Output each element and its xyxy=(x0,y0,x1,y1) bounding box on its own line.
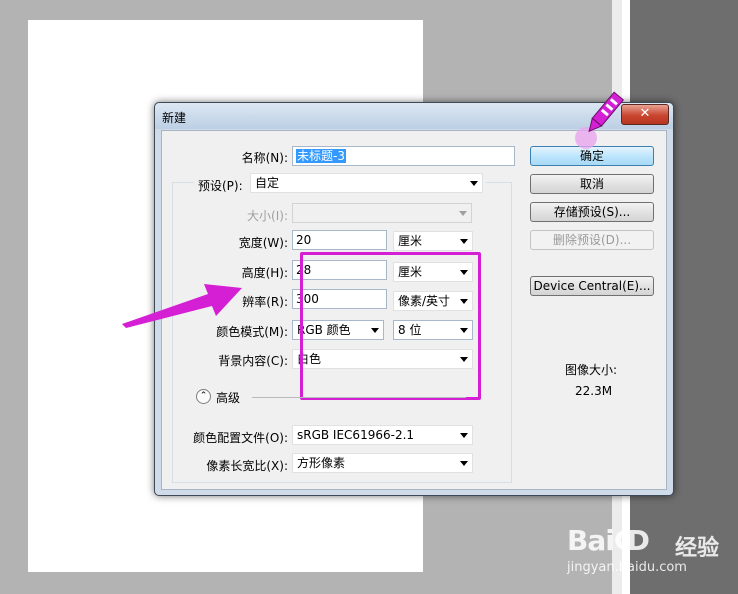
name-input[interactable]: 未标题-3 xyxy=(292,146,515,166)
preset-value: 自定 xyxy=(255,176,280,190)
width-unit-select[interactable]: 厘米 xyxy=(393,231,473,251)
cancel-button[interactable]: 取消 xyxy=(530,174,654,194)
image-size-value: 22.3M xyxy=(575,384,613,398)
name-input-value: 未标题-3 xyxy=(296,149,346,163)
delete-preset-button[interactable]: 删除预设(D)... xyxy=(530,230,654,250)
image-size-label: 图像大小: xyxy=(565,363,618,377)
background-label: 背景内容(C): xyxy=(218,354,288,368)
preset-label: 预设(P): xyxy=(198,179,243,193)
annotation-arrow xyxy=(122,284,242,328)
height-label: 高度(H): xyxy=(241,266,288,280)
chevron-down-icon xyxy=(460,239,468,244)
chevron-down-icon xyxy=(460,461,468,466)
pixel-aspect-label: 像素长宽比(X): xyxy=(206,459,288,473)
watermark-url: jingyan.baidu.com xyxy=(567,560,687,575)
advanced-divider xyxy=(252,397,466,398)
pixel-aspect-value: 方形像素 xyxy=(297,456,346,470)
preset-group-bottom xyxy=(172,482,512,483)
color-profile-label: 颜色配置文件(O): xyxy=(193,431,288,445)
collapse-icon: ⌃ xyxy=(199,391,208,401)
baidu-jingyan-watermark: Baiↀ 经验 jingyan.baidu.com xyxy=(567,520,727,580)
chevron-down-icon xyxy=(470,181,478,186)
close-icon: ✕ xyxy=(639,106,651,121)
preset-group-top-left xyxy=(172,182,194,183)
preset-select[interactable]: 自定 xyxy=(250,173,483,193)
width-label: 宽度(W): xyxy=(238,236,288,250)
watermark-brand: 经验 xyxy=(675,536,720,561)
width-unit-value: 厘米 xyxy=(398,234,423,248)
chevron-down-icon xyxy=(459,211,467,216)
pixel-aspect-select[interactable]: 方形像素 xyxy=(292,453,473,473)
name-label: 名称(N): xyxy=(241,151,288,165)
size-select[interactable] xyxy=(292,203,472,223)
watermark-logo: Baiↀ xyxy=(567,524,650,557)
pen-cursor-icon xyxy=(575,91,625,149)
dialog-title: 新建 xyxy=(162,111,187,125)
width-input[interactable]: 20 xyxy=(292,230,387,250)
preset-group-top-right xyxy=(486,182,512,183)
save-preset-button[interactable]: 存储预设(S)... xyxy=(530,202,654,222)
chevron-down-icon xyxy=(460,433,468,438)
size-label: 大小(I): xyxy=(247,209,288,223)
advanced-toggle[interactable]: ⌃ xyxy=(196,389,211,404)
width-value: 20 xyxy=(296,233,312,247)
color-profile-select[interactable]: sRGB IEC61966-2.1 xyxy=(292,425,473,445)
device-central-button[interactable]: Device Central(E)... xyxy=(530,276,654,296)
color-profile-value: sRGB IEC61966-2.1 xyxy=(297,428,415,442)
annotation-highlight-box xyxy=(300,252,481,400)
advanced-label: 高级 xyxy=(216,391,241,405)
preset-group-right xyxy=(511,182,512,483)
